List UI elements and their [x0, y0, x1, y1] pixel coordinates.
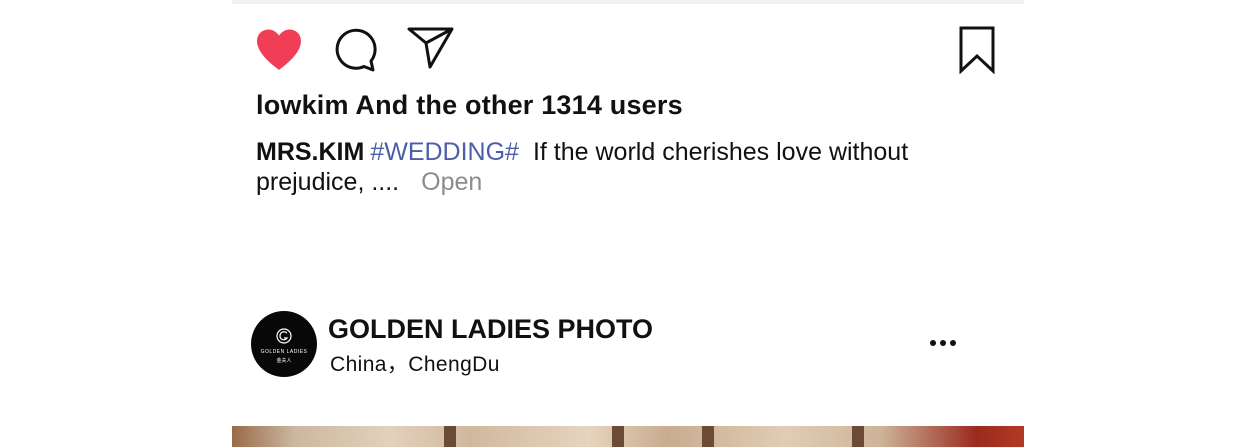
photo-detail	[702, 426, 714, 447]
likes-summary[interactable]: lowkim And the other 1314 users	[256, 90, 683, 121]
photo-detail	[852, 426, 864, 447]
previous-photo-edge	[232, 0, 1024, 4]
post-action-bar	[255, 26, 997, 74]
photo-detail	[612, 426, 624, 447]
post-location[interactable]: China，ChengDu	[330, 348, 500, 378]
post-caption: MRS.KIM #WEDDING# If the world cherishes l…	[256, 137, 956, 197]
more-dot-icon	[950, 340, 956, 346]
post-photo[interactable]	[232, 426, 1024, 447]
photo-detail	[444, 426, 456, 447]
share-icon[interactable]	[407, 26, 455, 70]
comment-icon[interactable]	[333, 28, 377, 72]
logo-subtitle: 金夫人	[276, 358, 292, 364]
brand-monogram-icon	[276, 328, 292, 344]
caption-username[interactable]: MRS.KIM	[256, 138, 364, 166]
open-caption-link[interactable]: Open	[421, 168, 482, 196]
caption-hashtag[interactable]: #WEDDING#	[370, 138, 519, 166]
heart-icon[interactable]	[255, 28, 303, 72]
more-dot-icon	[940, 340, 946, 346]
logo-wordmark: GOLDEN LADIES	[260, 349, 308, 355]
more-dot-icon	[930, 340, 936, 346]
bookmark-icon[interactable]	[957, 26, 997, 74]
account-name[interactable]: GOLDEN LADIES PHOTO	[328, 314, 653, 345]
avatar[interactable]: GOLDEN LADIES 金夫人	[251, 311, 317, 377]
more-options-button[interactable]	[925, 333, 961, 353]
